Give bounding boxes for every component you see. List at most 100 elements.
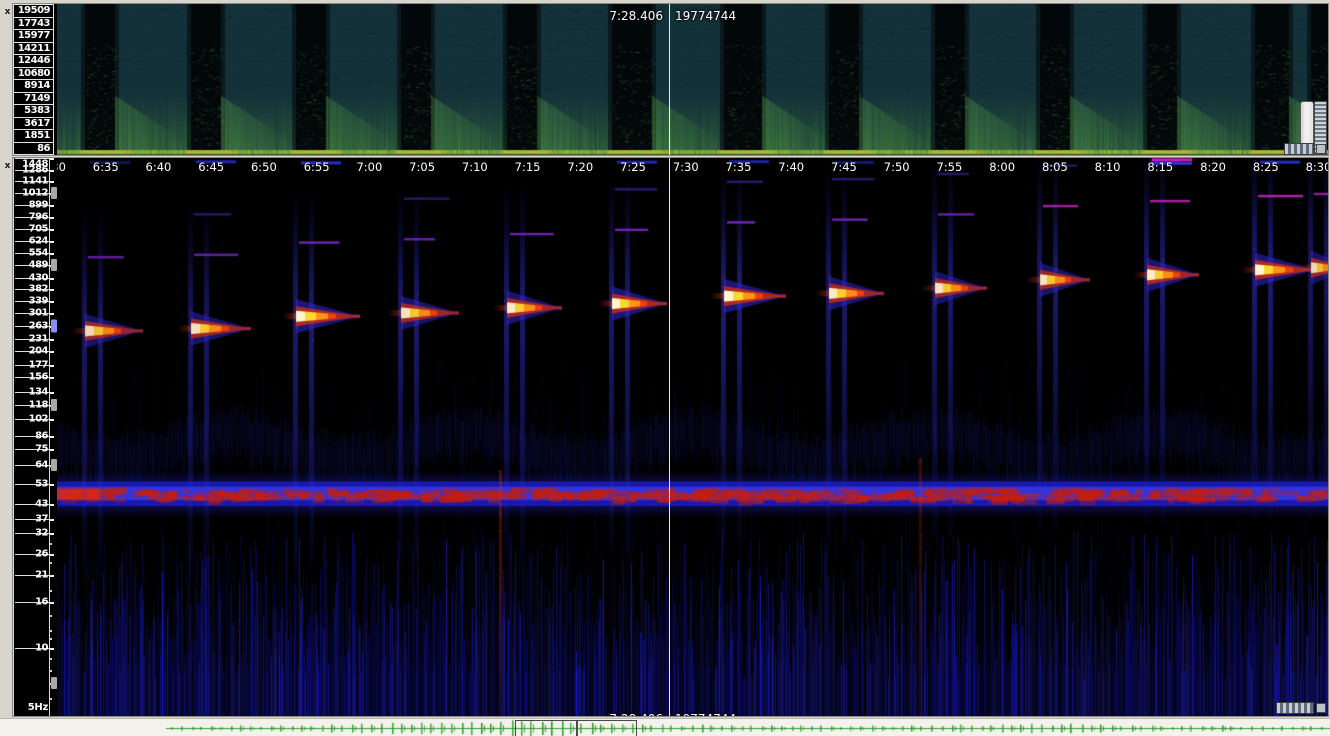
freq-label: 75 [35,444,48,455]
time-label: 6:55 [304,160,330,174]
time-label: 7:45 [831,160,857,174]
time-label: 6:40 [146,160,172,174]
time-label: 7:20 [567,160,593,174]
freq-label: 53 [35,478,48,489]
scale-tick [50,504,54,506]
freq-label: 134 [29,387,48,398]
freq-label: 1141 [22,176,48,187]
horizontal-zoom-wheel-bottom[interactable] [1276,702,1314,714]
zoom-reset-button-top[interactable] [1316,144,1326,154]
freq-label: 102 [29,414,48,425]
freq-label: 21 [35,569,48,580]
frequency-scale-top[interactable]: 1950917743159771421112446106808914714953… [13,4,54,155]
scale-tick [50,575,54,577]
scale-tick-minor [50,543,52,545]
freq-label: 32 [35,528,48,539]
freq-label: 1286 [22,164,48,175]
spectrogram-area-top: 7:28.406 19774744 [57,4,1328,155]
scale-tick-minor [50,698,52,700]
scale-tick [50,449,54,451]
time-label: 8:10 [1095,160,1121,174]
freq-label: 1851 [13,129,54,143]
time-label: 8:30 [1306,160,1328,174]
freq-label: 489 [29,259,48,270]
frequency-scale-bottom[interactable]: 5Hz 144812861141101289979670562455448943… [13,158,58,716]
freq-label: 5383 [13,104,54,118]
freq-label: 263 [29,320,48,331]
scale-tick [50,170,54,172]
scale-tick [50,392,54,394]
scale-tick-minor [50,562,52,564]
scale-tick [50,377,54,379]
cursor-frame-readout: 19774744 [675,712,736,716]
freq-label: 10 [35,642,48,653]
time-ruler[interactable]: 6:306:356:406:456:506:557:007:057:107:15… [57,158,1328,176]
freq-label: 64 [35,460,48,471]
spectrogram-canvas-top[interactable] [57,4,1328,155]
scale-tick [50,365,54,367]
overview-panner[interactable] [0,718,1330,736]
cursor-frame-readout: 19774744 [675,9,736,23]
freq-label: 430 [29,272,48,283]
scale-tick [50,158,54,160]
zoom-reset-button-bottom[interactable] [1316,703,1326,713]
freq-label: 382 [29,284,48,295]
freq-label: 177 [29,359,48,370]
scale-tick [50,181,54,183]
scale-tick-minor [50,630,52,632]
scale-tick-minor [50,658,52,660]
time-label: 6:50 [251,160,277,174]
scale-tick [50,436,54,438]
freq-label: 10680 [13,67,54,81]
scale-tick-minor [50,670,52,672]
time-label: 7:25 [620,160,646,174]
time-label: 8:05 [1042,160,1068,174]
scale-tick [50,533,54,535]
time-label: 7:50 [884,160,910,174]
freq-label: 231 [29,333,48,344]
scale-tick [50,554,54,556]
horizontal-zoom-wheel-top[interactable] [1284,143,1314,155]
pane-close-button-bottom[interactable]: x [2,160,13,172]
freq-label: 624 [29,235,48,246]
time-label: 7:55 [936,160,962,174]
scale-tick [50,484,54,486]
time-label: 6:45 [198,160,224,174]
playback-cursor-line-top [669,4,670,155]
scale-tick [50,339,54,341]
overview-waveform-canvas[interactable] [0,719,1330,736]
freq-label: 301 [29,307,48,318]
freq-label: 554 [29,247,48,258]
corner-frequency-label: 5Hz [28,702,48,713]
scale-tick [50,648,54,650]
scale-tick [50,313,54,315]
time-label: 7:15 [515,160,541,174]
time-label: 7:40 [778,160,804,174]
scale-tick-minor [50,638,52,640]
spectrogram-area-bottom: 6:306:356:406:456:506:557:007:057:107:15… [57,158,1328,716]
freq-label: 204 [29,345,48,356]
view-region-box-2[interactable] [577,720,637,736]
time-label: 8:15 [1147,160,1173,174]
freq-label: 43 [35,499,48,510]
freq-label: 1012 [22,188,48,199]
freq-label: 17743 [13,17,54,31]
time-label: 8:25 [1253,160,1279,174]
view-region-box-1[interactable] [515,720,577,736]
cursor-time-readout: 7:28.406 [609,9,663,23]
freq-label: 37 [35,513,48,524]
pane-melodic-spectrogram: 5Hz 144812861141101289979670562455448943… [13,158,1328,716]
freq-label: 15977 [13,29,54,43]
scale-tick [50,602,54,604]
time-label: 6:30 [57,160,66,174]
scale-tick [50,519,54,521]
freq-label: 19509 [13,4,54,18]
pane-close-button-top[interactable]: x [2,6,13,18]
freq-label: 118 [29,399,48,410]
freq-label: 7149 [13,92,54,106]
scale-tick [50,217,54,219]
time-label: 7:30 [673,160,699,174]
spectrogram-canvas-bottom[interactable] [57,158,1328,716]
time-label: 8:00 [989,160,1015,174]
freq-label: 12446 [13,54,54,68]
